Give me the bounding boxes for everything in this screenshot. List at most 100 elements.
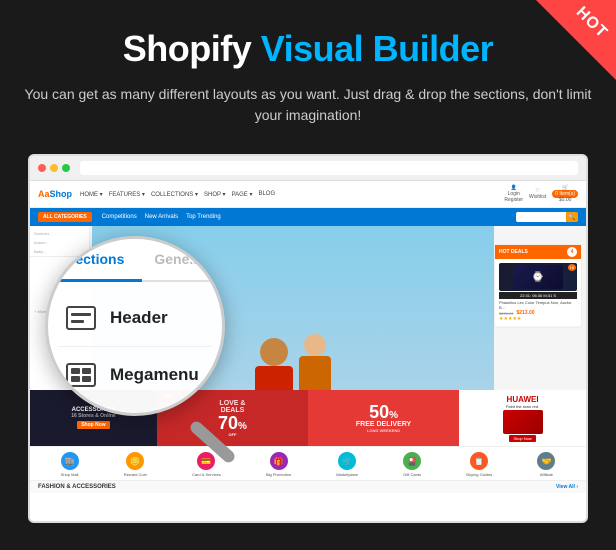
- deal-product-icon: ⌚: [532, 272, 544, 283]
- main-title: Shopify Visual Builder: [20, 28, 596, 70]
- nav-shop: SHOP ▾: [204, 191, 226, 198]
- category-links: Competitions New Arrivals Top Trending: [102, 214, 221, 220]
- sections-tabs: Sections Gene...: [48, 239, 222, 282]
- promo-huawei-img: [503, 410, 543, 434]
- promo-love-off: OFF: [228, 432, 236, 437]
- tab-general[interactable]: Gene...: [142, 239, 213, 280]
- nav-wishlist: ♡Wishlist: [529, 188, 546, 200]
- fashion-section-label: FASHION & ACCESSORIES: [38, 484, 116, 490]
- service-marketplace: 🛒 Marketplace: [336, 452, 358, 477]
- megamenu-section-label: Megamenu: [110, 365, 199, 385]
- deal-rating: ★★★★★: [499, 316, 577, 322]
- icon-line-top: [71, 313, 91, 316]
- browser-url-bar: [80, 161, 578, 175]
- megamenu-icon-cell1: [71, 368, 80, 374]
- promo-banner-delivery: 50% FREE DELIVERY LONG WEEKEND: [308, 390, 459, 446]
- site-nav-icons: 👤LoginRegister ♡Wishlist 🛒0 Item(s)$0.00: [504, 185, 578, 203]
- deal-discount-badge: 19: [568, 264, 576, 271]
- title-part1: Shopify: [123, 28, 261, 69]
- section-item-megamenu: Megamenu: [58, 347, 212, 403]
- browser-bar: [30, 156, 586, 181]
- site-logo: AaShop: [38, 189, 72, 199]
- fashion-view-all[interactable]: View All ›: [556, 484, 578, 490]
- promo-banner-huawei: HUAWEI Paint the town red. Shop Now: [459, 390, 586, 446]
- cat-link-new: New Arrivals: [145, 214, 178, 220]
- fashion-section-bar: FASHION & ACCESSORIES View All ›: [30, 480, 586, 493]
- reward-coin-icon: 🪙: [126, 452, 144, 470]
- service-icons-row: 🏬 Shop Mall 🪙 Reward Coin 💳 Card & Servi…: [30, 446, 586, 480]
- megamenu-section-icon: [66, 363, 96, 387]
- service-reward-coin: 🪙 Reward Coin: [124, 452, 147, 477]
- megamenu-icon-cell3: [71, 376, 80, 382]
- nav-home: HOME ▾: [80, 191, 103, 198]
- header-section-label: Header: [110, 308, 168, 328]
- shop-mall-label: Shop Mall: [61, 472, 79, 477]
- promo-delivery-sub: LONG WEEKEND: [367, 428, 400, 433]
- nav-collections: COLLECTIONS ▾: [151, 191, 198, 198]
- cat-link-competitions: Competitions: [102, 214, 137, 220]
- big-promotion-label: Big Promotion: [266, 472, 291, 477]
- browser-mockup: AaShop HOME ▾ FEATURES ▾ COLLECTIONS ▾ S…: [28, 154, 588, 523]
- hot-deal-image: ⌚ 19: [499, 263, 577, 291]
- promo-delivery-pct: 50%: [369, 403, 398, 421]
- search-input-mock: [516, 212, 566, 222]
- browser-close-dot: [38, 164, 46, 172]
- card-services-icon: 💳: [197, 452, 215, 470]
- tab-sections[interactable]: Sections: [48, 239, 142, 282]
- megamenu-icon-cell4: [82, 376, 91, 382]
- deal-product-name: Phasellus Lec Color Tempus Non, Auctor B…: [499, 300, 577, 310]
- nav-login: 👤LoginRegister: [504, 185, 523, 203]
- promo-huawei-btn[interactable]: Shop Now: [509, 435, 535, 442]
- kid1-head: [260, 338, 288, 366]
- main-content-area: Summer... Autum... Baby... + More Catego…: [30, 226, 586, 446]
- sections-list: Header Megamenu: [48, 282, 222, 411]
- service-card: 💳 Card & Services: [192, 452, 221, 477]
- icon-line-mid: [71, 320, 84, 323]
- nav-blog: BLOG: [258, 191, 275, 198]
- subtitle: You can get as many different layouts as…: [20, 84, 596, 126]
- site-content: AaShop HOME ▾ FEATURES ▾ COLLECTIONS ▾ S…: [30, 181, 586, 521]
- hot-deals-header: HOT DEALS 4: [495, 245, 581, 259]
- big-promotion-icon: 🎁: [270, 452, 288, 470]
- header-section-icon: [66, 306, 96, 330]
- gift-cards-icon: 🎴: [403, 452, 421, 470]
- header-area: Shopify Visual Builder You can get as ma…: [0, 0, 616, 142]
- hot-deals-panel: HOT DEALS 4 ⌚ 19 22:31: 06:36 M:31 S Pha…: [494, 244, 582, 328]
- site-navbar: AaShop HOME ▾ FEATURES ▾ COLLECTIONS ▾ S…: [30, 181, 586, 208]
- search-button[interactable]: 🔍: [566, 212, 578, 222]
- nav-cart: 🛒0 Item(s)$0.00: [552, 185, 578, 203]
- card-services-label: Card & Services: [192, 472, 221, 477]
- buying-guides-icon: 📋: [470, 452, 488, 470]
- nav-page: PAGE ▾: [232, 191, 253, 198]
- reward-coin-label: Reward Coin: [124, 472, 147, 477]
- hot-deals-count: 4: [567, 247, 577, 257]
- promo-delivery-label: FREE DELIVERY: [356, 421, 411, 428]
- magnify-circle: Sections Gene... Header: [45, 236, 225, 416]
- deal-product-img: ⌚: [513, 265, 563, 289]
- title-part2: Visual Builder: [261, 28, 493, 69]
- section-item-header: Header: [58, 290, 212, 347]
- nav-features: FEATURES ▾: [109, 191, 145, 198]
- buying-guides-label: Buying Guides: [466, 472, 492, 477]
- gift-cards-label: Gift Cards: [403, 472, 421, 477]
- deal-timer: 22:31: 06:36 M:31 S: [499, 292, 577, 299]
- all-categories-btn[interactable]: ALL CATEGORIES: [38, 212, 92, 222]
- cat-link-trending: Top Trending: [186, 214, 221, 220]
- kid2-head: [304, 334, 326, 356]
- shop-mall-icon: 🏬: [61, 452, 79, 470]
- megamenu-icon-cell2: [82, 368, 91, 374]
- browser-expand-dot: [62, 164, 70, 172]
- affiliate-icon: 🤝: [537, 452, 555, 470]
- magnify-container: Sections Gene... Header: [45, 236, 235, 426]
- category-bar: ALL CATEGORIES Competitions New Arrivals…: [30, 208, 586, 226]
- deal-old-price: $229.00: [499, 311, 513, 316]
- service-gift-cards: 🎴 Gift Cards: [403, 452, 421, 477]
- service-affiliate: 🤝 Affiliate: [537, 452, 555, 477]
- category-search: 🔍: [516, 212, 578, 222]
- service-shop-mall: 🏬 Shop Mall: [61, 452, 79, 477]
- promo-huawei-brand: HUAWEI: [507, 395, 539, 404]
- browser-minimize-dot: [50, 164, 58, 172]
- marketplace-label: Marketplace: [336, 472, 358, 477]
- service-big-promotion: 🎁 Big Promotion: [266, 452, 291, 477]
- hot-deal-item: ⌚ 19 22:31: 06:36 M:31 S Phasellus Lec C…: [495, 259, 581, 327]
